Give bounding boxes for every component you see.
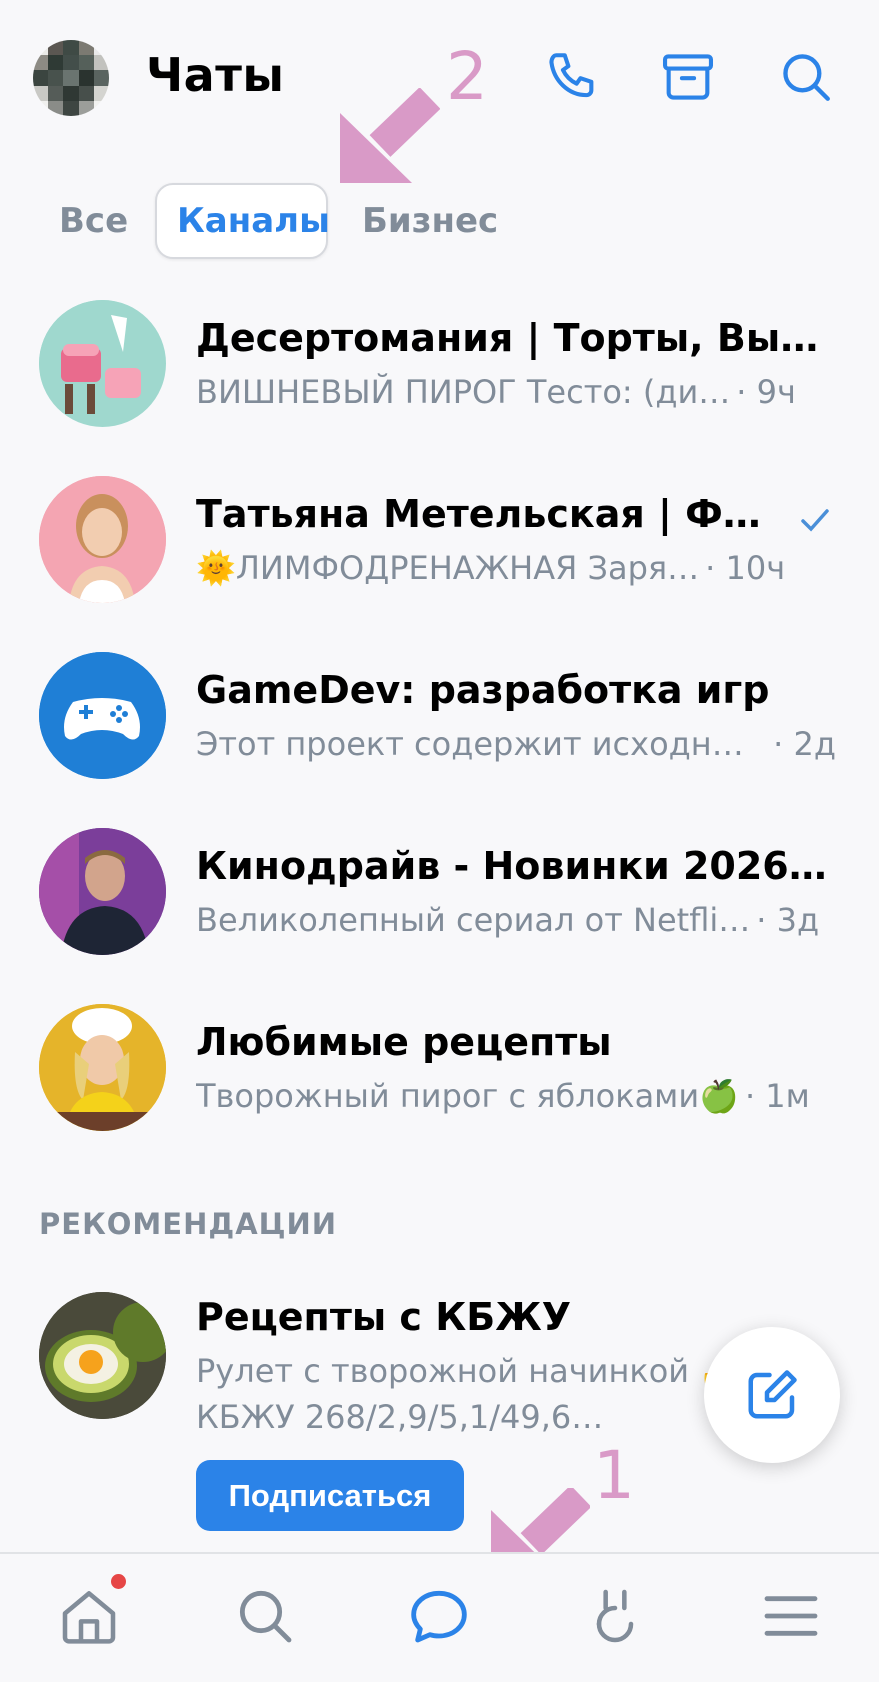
compose-icon: [748, 1370, 797, 1419]
message-time: · 1м: [744, 1077, 810, 1115]
message-time: · 2д: [773, 725, 836, 763]
phone-icon[interactable]: [540, 45, 604, 109]
message-text: Этот проект содержит исходн…👊: [196, 725, 768, 763]
subscribe-button[interactable]: Подписаться: [196, 1460, 464, 1531]
channel-name: GameDev: разработка игр: [196, 668, 770, 712]
tab-business[interactable]: Бизнес: [362, 183, 498, 259]
channel-name: Любимые рецепты: [196, 1020, 612, 1064]
message-text: 🌞ЛИМФОДРЕНАЖНАЯ Заря…: [196, 549, 700, 587]
clips-icon[interactable]: [573, 1574, 657, 1658]
annotation-number-1: 1: [593, 1437, 635, 1514]
search-icon[interactable]: [774, 45, 838, 109]
read-check-icon: [801, 509, 829, 532]
recommendation-line2: КБЖУ 268/2,9/5,1/49,6…: [196, 1398, 604, 1436]
channel-avatar: [39, 476, 166, 603]
compose-button[interactable]: [704, 1327, 840, 1463]
channel-name: Десертомания | Торты, Выпечк…: [196, 316, 836, 360]
channel-avatar: [39, 828, 166, 955]
channel-last-message: ВИШНЕВЫЙ ПИРОГ Тесто: (ди… · 9ч: [196, 373, 836, 411]
tab-all[interactable]: Все: [59, 183, 128, 259]
channel-last-message: Этот проект содержит исходн…👊 · 2д: [196, 725, 836, 763]
channel-last-message: Великолепный сериал от Netfli… · 3д: [196, 901, 836, 939]
annotation-number-2: 2: [446, 38, 488, 115]
profile-avatar[interactable]: [33, 40, 109, 116]
message-text: ВИШНЕВЫЙ ПИРОГ Тесто: (ди…: [196, 373, 731, 411]
tab-channels[interactable]: Каналы: [155, 183, 330, 259]
message-text: Великолепный сериал от Netfli…: [196, 901, 751, 939]
recommendations-heading: РЕКОМЕНДАЦИИ: [39, 1207, 338, 1241]
recommendation-name: Рецепты с КБЖУ: [196, 1295, 572, 1339]
message-text: Творожный пирог с яблоками🍏: [196, 1077, 739, 1115]
message-time: · 9ч: [736, 373, 796, 411]
channel-avatar: [39, 652, 166, 779]
page-title: Чаты: [146, 48, 285, 102]
messages-icon[interactable]: [397, 1574, 481, 1658]
nav-search-icon[interactable]: [223, 1574, 307, 1658]
message-time: · 10ч: [705, 549, 786, 587]
message-time: · 3д: [756, 901, 820, 939]
annotation-arrow-top: [340, 88, 440, 183]
channel-name: Татьяна Метельская | Фитне…: [196, 492, 782, 536]
recommendation-line1: Рулет с творожной начинкой 👍: [196, 1352, 740, 1390]
notification-dot: [111, 1574, 126, 1589]
channel-name: Кинодрайв - Новинки 2026 онл…: [196, 844, 836, 888]
channel-avatar: [39, 1004, 166, 1131]
channel-last-message: 🌞ЛИМФОДРЕНАЖНАЯ Заря… · 10ч: [196, 549, 836, 587]
channel-last-message: Творожный пирог с яблоками🍏 · 1м: [196, 1077, 836, 1115]
channel-avatar: [39, 300, 166, 427]
menu-icon[interactable]: [749, 1574, 833, 1658]
recommendation-avatar[interactable]: [39, 1292, 166, 1419]
archive-icon[interactable]: [656, 45, 720, 109]
